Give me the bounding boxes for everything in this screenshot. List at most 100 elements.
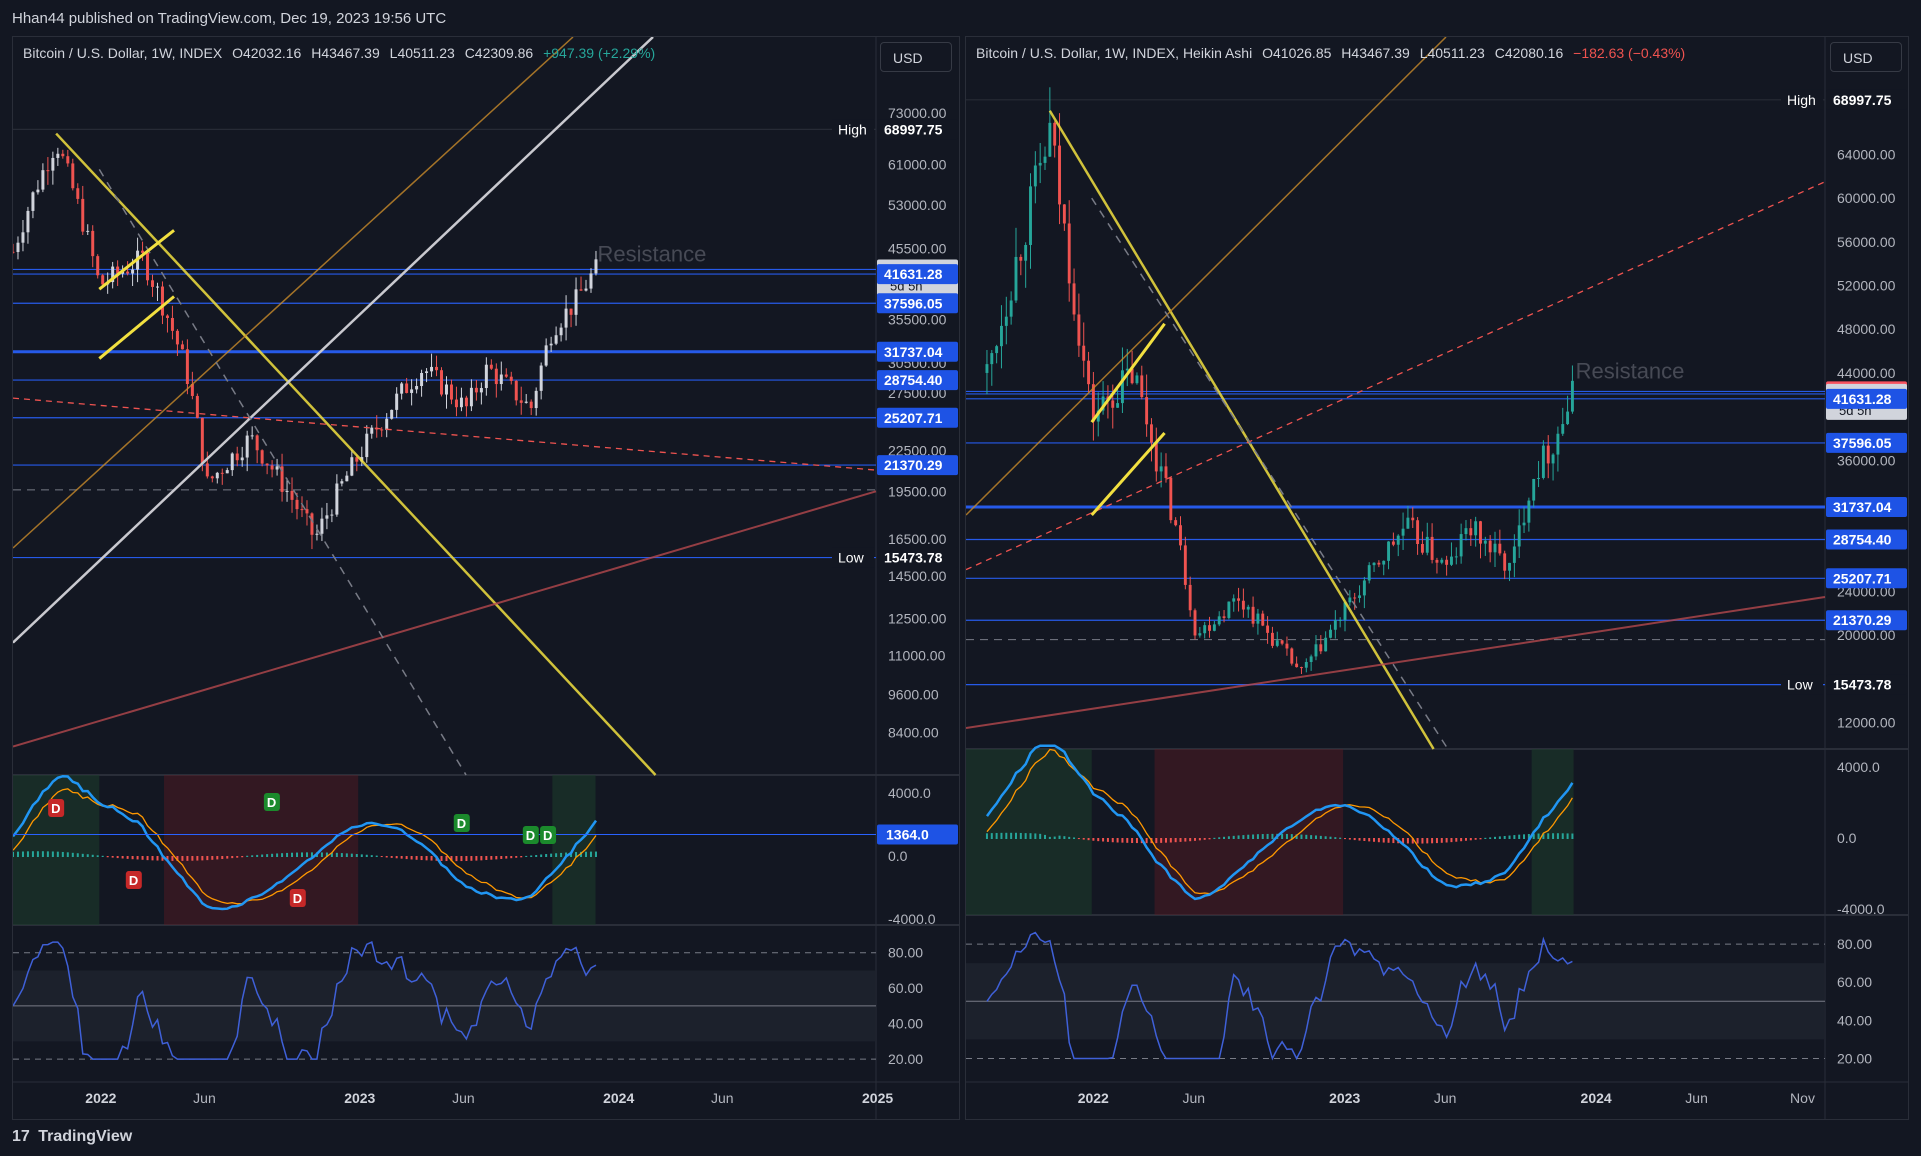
price-tag-value: 28754.40: [1833, 532, 1892, 548]
signal-marker-label: D: [526, 828, 535, 843]
price-tag-value: 68997.75: [884, 121, 943, 137]
candle-body: [310, 513, 314, 535]
candle-body: [1251, 606, 1255, 624]
candle-body: [305, 509, 309, 514]
macd-histogram-bar: [355, 854, 358, 857]
right-legend-high: H43467.39: [1341, 45, 1410, 61]
macd-histogram-bar: [1164, 838, 1167, 843]
macd-histogram-bar: [1281, 833, 1284, 839]
macd-histogram-bar: [61, 851, 64, 857]
right-chart-panel[interactable]: 64000.00 60000.00 56000.00 52000.00 48000.00…: [965, 36, 1909, 1120]
price-tag-value: 31737.04: [1833, 499, 1892, 515]
candle-body: [86, 230, 90, 232]
price-tag-value: 15473.78: [884, 550, 943, 566]
candle-body: [210, 476, 214, 479]
right-chart-svg[interactable]: 64000.00 60000.00 56000.00 52000.00 48000.00…: [966, 37, 1908, 1119]
macd-histogram-bar: [191, 856, 194, 861]
macd-histogram-bar: [21, 851, 24, 857]
left-currency-select[interactable]: USD: [880, 42, 952, 72]
candle-body: [230, 453, 234, 471]
candle-body: [126, 271, 130, 274]
candle-body: [335, 483, 339, 515]
chart-background: [13, 37, 959, 1119]
macd-histogram-bar: [594, 851, 597, 857]
macd-histogram-bar: [1092, 838, 1095, 841]
candle-body: [1353, 597, 1357, 599]
candle-body: [1566, 411, 1570, 425]
macd-histogram-bar: [56, 851, 59, 857]
macd-histogram-bar: [990, 833, 993, 839]
candle-body: [245, 435, 249, 458]
candle-body: [1082, 345, 1086, 361]
rsi-axis-label: 20.00: [888, 1051, 923, 1067]
macd-histogram-bar: [1421, 838, 1424, 844]
macd-histogram-bar: [385, 856, 388, 858]
candle-body: [1290, 648, 1294, 664]
macd-histogram-bar: [1213, 837, 1216, 839]
rsi-axis-label: 40.00: [1837, 1012, 1872, 1028]
macd-histogram-bar: [1189, 838, 1192, 842]
candle-body: [484, 364, 488, 389]
candle-body: [340, 481, 344, 484]
macd-histogram-bar: [1063, 836, 1066, 839]
macd-histogram-bar: [1145, 838, 1148, 844]
macd-histogram-bar: [1019, 832, 1022, 839]
macd-histogram-bar: [101, 855, 104, 857]
macd-histogram-bar: [1334, 837, 1337, 839]
right-currency-select[interactable]: USD: [1830, 42, 1902, 72]
macd-histogram-bar: [1184, 838, 1187, 842]
time-axis-label: 2022: [85, 1090, 116, 1106]
macd-histogram-bar: [1348, 838, 1351, 840]
candle-body: [1174, 520, 1178, 526]
time-axis-label: 2023: [1329, 1090, 1360, 1106]
macd-histogram-bar: [505, 856, 508, 859]
candle-body: [1004, 316, 1008, 326]
macd-histogram-bar: [131, 856, 134, 860]
macd-histogram-bar: [276, 853, 279, 857]
price-axis-label: 60000.00: [1837, 190, 1896, 206]
candle-body: [1517, 525, 1521, 547]
candle-body: [579, 289, 583, 291]
left-legend: Bitcoin / U.S. Dollar, 1W, INDEX O42032.…: [23, 45, 661, 61]
left-chart-panel[interactable]: 73000.0061000.0053000.0045500.0039500.00…: [12, 36, 960, 1120]
macd-histogram-bar: [1131, 838, 1134, 843]
right-legend-open: O41026.85: [1262, 45, 1332, 61]
candle-body: [1406, 517, 1410, 529]
candle-body: [1396, 535, 1400, 545]
candle-body: [1391, 541, 1395, 545]
macd-histogram-bar: [1556, 833, 1559, 839]
level-label: High: [838, 121, 867, 137]
left-legend-close: C42309.86: [464, 45, 534, 61]
macd-histogram-bar: [345, 853, 348, 857]
rsi-axis-label: 80.00: [1837, 936, 1872, 952]
candle-body: [1241, 600, 1245, 610]
macd-histogram-bar: [1005, 832, 1008, 839]
macd-histogram-bar: [1000, 832, 1003, 839]
candle-body: [1232, 598, 1236, 602]
macd-histogram-bar: [86, 854, 89, 857]
candle-body: [1541, 445, 1545, 478]
macd-histogram-bar: [1223, 836, 1226, 839]
macd-histogram-bar: [1479, 838, 1482, 840]
macd-histogram-bar: [430, 856, 433, 861]
candle-body: [584, 288, 588, 291]
candle-body: [1479, 521, 1482, 544]
macd-histogram-bar: [305, 852, 308, 857]
macd-histogram-bar: [251, 855, 254, 857]
candle-body: [435, 366, 439, 371]
candle-body: [1053, 122, 1057, 146]
macd-histogram-bar: [1310, 835, 1313, 839]
macd-histogram-bar: [1039, 833, 1042, 839]
candle-body: [1150, 424, 1153, 443]
candle-body: [1038, 162, 1042, 166]
macd-histogram-bar: [16, 851, 19, 857]
candle-body: [499, 374, 503, 385]
left-chart-svg[interactable]: 73000.0061000.0053000.0045500.0039500.00…: [13, 37, 959, 1119]
tradingview-logo[interactable]: 17 TradingView: [12, 1128, 132, 1146]
candle-body: [61, 153, 65, 157]
macd-histogram-bar: [1339, 837, 1342, 839]
macd-histogram-bar: [400, 856, 403, 859]
price-tag-value: 21370.29: [884, 457, 943, 473]
price-axis-label: 9600.00: [888, 686, 939, 702]
candle-body: [1488, 540, 1492, 553]
